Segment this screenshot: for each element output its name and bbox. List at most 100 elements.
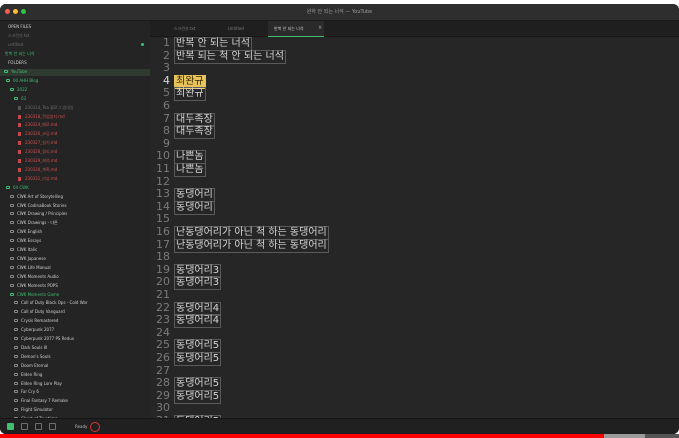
- sidebar-folder-item[interactable]: Elden Ring Lore Play: [21, 381, 62, 386]
- folder-icon: [10, 256, 14, 260]
- close-tab-icon[interactable]: ×: [318, 25, 322, 31]
- folder-icon: [10, 292, 14, 296]
- sidebar: OPEN FILES 스크린샷.txt untitled 반복 안 되는 너석 …: [0, 21, 150, 418]
- sidebar-file-item[interactable]: 230328_정리.md: [25, 150, 57, 154]
- code-line[interactable]: 동댕어리3: [174, 276, 222, 291]
- sidebar-folder-item[interactable]: CWK Italic: [17, 248, 37, 252]
- file-icon: [18, 150, 21, 155]
- sidebar-folder-item[interactable]: 2022: [17, 87, 27, 92]
- sidebar-file-item[interactable]: 230314_Tea 블로그 썸네일: [25, 105, 74, 110]
- sidebar-folder-item[interactable]: Doom Eternal: [21, 363, 48, 368]
- sidebar-folder-item[interactable]: YouTube: [11, 70, 27, 74]
- folder-icon: [10, 265, 14, 269]
- sidebar-folder-item[interactable]: 03: [21, 96, 26, 101]
- folder-icon: [4, 70, 8, 73]
- sidebar-folder-item[interactable]: CWK Moments POPS: [17, 283, 58, 288]
- line-number: 2: [163, 48, 170, 62]
- file-icon: [18, 105, 21, 110]
- code-line[interactable]: 대두족장: [174, 125, 215, 140]
- tab-active-file[interactable]: 반복 안 되는 너석: [268, 21, 324, 37]
- folders-heading: FOLDERS: [8, 60, 27, 65]
- line-number: 14: [156, 199, 170, 213]
- sidebar-folder-item[interactable]: 00 AHH Blog: [13, 78, 38, 83]
- sidebar-file-item[interactable]: 230327_일기.md: [25, 141, 57, 145]
- line-number: 27: [156, 363, 170, 377]
- line-number: 1: [163, 37, 170, 49]
- line-number: 23: [156, 313, 170, 327]
- code-line[interactable]: 동댕어리4: [174, 314, 222, 329]
- line-number: 16: [156, 225, 170, 238]
- sidebar-folder-item[interactable]: Flight Simulator: [21, 408, 53, 412]
- sidebar-folder-item[interactable]: Final Fantasy 7 Remake: [21, 399, 68, 403]
- line-number: 8: [163, 124, 170, 138]
- code-line[interactable]: 동댕어리5: [174, 352, 222, 366]
- sidebar-file-item[interactable]: 230330_계획.md: [25, 167, 57, 172]
- sidebar-folder-item[interactable]: Dark Souls III: [21, 345, 47, 350]
- sidebar-folder-item[interactable]: CWK Drawings - 다른: [17, 221, 58, 225]
- sidebar-folder-item[interactable]: Cyberpunk 2077 PS Redux: [21, 337, 74, 341]
- sidebar-file-item[interactable]: 230318_작업일지.md: [25, 114, 65, 119]
- active-open-file[interactable]: 반복 안 되는 너석: [5, 52, 35, 56]
- code-line[interactable]: 최완규: [174, 87, 206, 102]
- sidebar-file-item[interactable]: 230326_코딩.md: [25, 132, 57, 136]
- sidebar-folder-item[interactable]: 04 CWK: [13, 185, 29, 190]
- git-icon[interactable]: [35, 423, 42, 430]
- sidebar-folder-item[interactable]: CWK CodinaBook Stories: [17, 203, 67, 208]
- folder-icon: [14, 328, 18, 332]
- sidebar-folder-item[interactable]: Call of Duty Vanguard: [21, 310, 65, 314]
- sidebar-folder-item[interactable]: Elden Ring: [21, 372, 42, 377]
- status-text: Ready: [75, 424, 88, 429]
- sidebar-folder-item[interactable]: CWK Art of Storytelling: [17, 194, 63, 199]
- open-files-heading: OPEN FILES: [8, 24, 32, 29]
- title-bar: 완하 안 되는 너석 — YouTube: [0, 4, 679, 21]
- folder-icon: [6, 78, 10, 82]
- sidebar-folder-item[interactable]: CWK Japanese: [17, 256, 46, 261]
- folder-icon: [14, 337, 18, 340]
- folder-icon: [14, 96, 18, 100]
- sidebar-folder-item[interactable]: CWK Essays: [17, 239, 41, 243]
- file-icon: [18, 123, 21, 128]
- line-number: 22: [156, 300, 170, 314]
- sidebar-file-item[interactable]: 230329_회의.md: [25, 159, 57, 163]
- sidebar-folder-item[interactable]: CWK Drawing / Principles: [17, 212, 67, 216]
- folder-icon: [10, 203, 14, 207]
- sidebar-file-item[interactable]: 230324_메모.md: [25, 123, 57, 127]
- folder-icon: [6, 185, 10, 189]
- sidebar-folder-item[interactable]: CWK Moments Game: [17, 292, 59, 297]
- folder-icon: [14, 310, 18, 314]
- open-file-item[interactable]: untitled: [8, 43, 23, 47]
- open-file-item[interactable]: 스크린샷.txt: [8, 34, 30, 38]
- sidebar-file-item[interactable]: 230331_리뷰.md: [25, 176, 57, 181]
- folder-icon: [14, 345, 18, 349]
- code-line[interactable]: 동댕어리5: [174, 389, 222, 404]
- sidebar-folder-item[interactable]: CWK Moments Audio: [17, 274, 59, 279]
- sidebar-toggle-icon[interactable]: [7, 423, 14, 430]
- file-icon: [18, 141, 21, 146]
- code-line[interactable]: 동댕어리: [174, 200, 215, 215]
- line-number: 24: [156, 325, 170, 339]
- tab-screenshot[interactable]: 스크린샷.txt: [168, 21, 224, 37]
- sidebar-folder-item[interactable]: CWK Life Manual: [17, 265, 51, 270]
- code-line[interactable]: 나쁜놈: [174, 163, 206, 177]
- tab-untitled[interactable]: Untitled: [222, 21, 274, 37]
- folder-icon: [10, 87, 14, 91]
- sidebar-folder-item[interactable]: Demon's Souls: [21, 354, 51, 359]
- sidebar-folder-item[interactable]: Cyberpunk 2077: [21, 328, 54, 332]
- sidebar-folder-item[interactable]: Call of Duty Black Ops - Cold War: [21, 301, 88, 305]
- microphone-icon[interactable]: [90, 422, 100, 432]
- code-editor[interactable]: 1 반복 안 되는 너석 2 반복 되는 척 안 되는 너석 3 4 최완규 5 최완규 6 7 대두…: [150, 37, 679, 418]
- line-number: 20: [156, 275, 170, 289]
- code-line[interactable]: 난동댕어리가 아닌 척 하는 동댕어리: [174, 238, 329, 253]
- sidebar-folder-item[interactable]: Far Cry 6: [21, 390, 39, 394]
- sidebar-folder-item[interactable]: Crysis Remastered: [21, 319, 58, 323]
- folder-icon: [10, 248, 14, 251]
- video-buffer-bar: [604, 434, 646, 438]
- folder-icon: [14, 372, 18, 376]
- line-number: 28: [156, 376, 170, 390]
- search-icon[interactable]: [21, 423, 28, 430]
- code-line[interactable]: 반복 되는 척 안 되는 너석: [174, 49, 286, 64]
- video-progress-fill[interactable]: [0, 434, 605, 438]
- folder-icon: [10, 239, 14, 243]
- settings-icon[interactable]: [49, 423, 56, 430]
- sidebar-folder-item[interactable]: CWK English: [17, 230, 42, 234]
